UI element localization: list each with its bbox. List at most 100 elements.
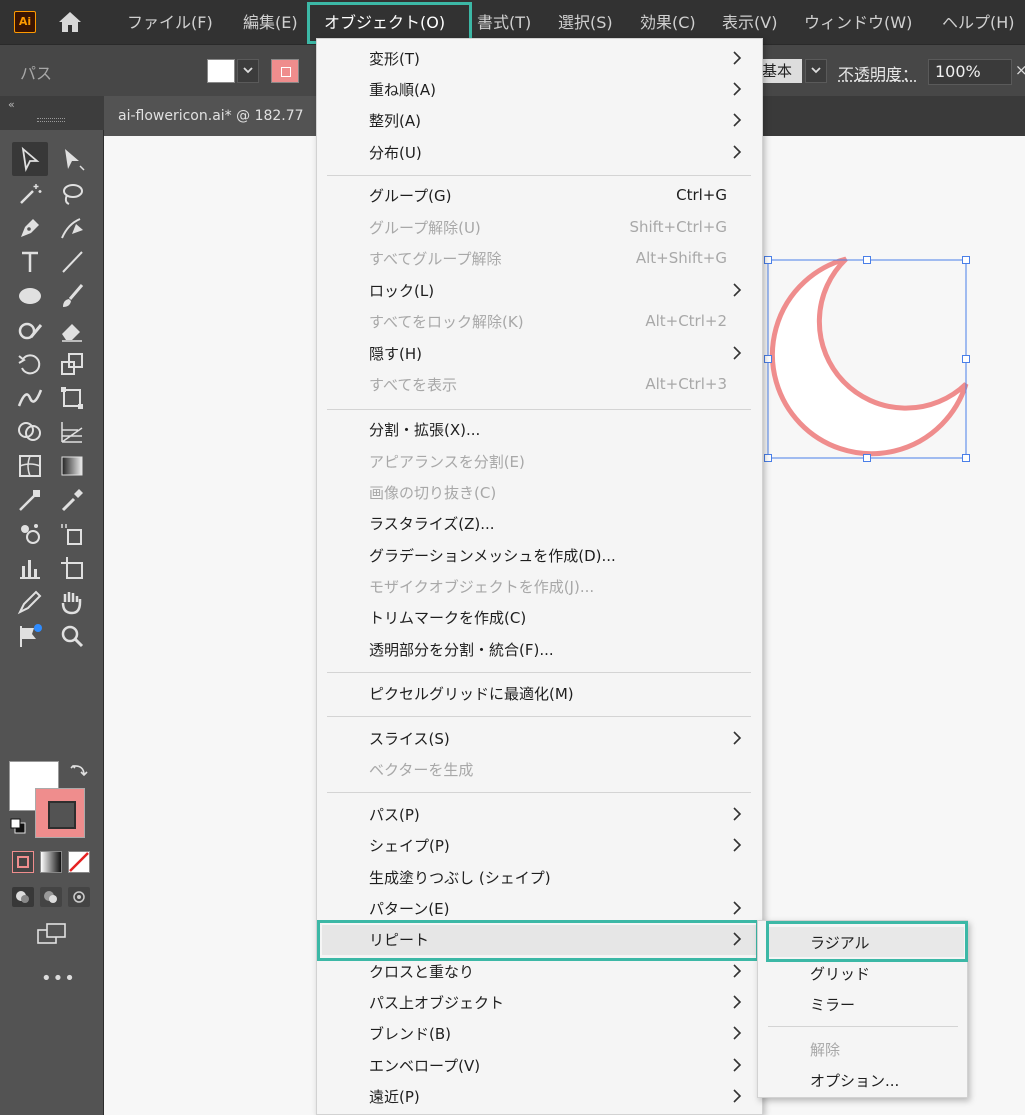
screen-mode-icon[interactable] <box>36 922 68 946</box>
menu-item-label: スライス(S) <box>369 730 450 748</box>
menu-item-path[interactable]: パス(P) <box>317 800 762 828</box>
default-fill-stroke-icon[interactable] <box>10 818 26 834</box>
tools-panel-header: « <box>0 96 104 130</box>
pencil-tool-icon[interactable] <box>16 588 44 616</box>
stroke-color-swatch[interactable] <box>271 59 299 83</box>
home-icon[interactable] <box>57 10 83 34</box>
menu-edit[interactable]: 編集(E) <box>243 11 298 35</box>
menu-file[interactable]: ファイル(F) <box>127 11 213 35</box>
free-transform-tool-icon[interactable] <box>58 384 86 412</box>
mesh-tool-icon[interactable] <box>16 452 44 480</box>
stroke-color-box[interactable] <box>35 788 85 838</box>
chevron-right-icon <box>733 283 742 297</box>
puppet-warp-tool-icon[interactable] <box>16 622 44 650</box>
menu-item-expand[interactable]: 分割・拡張(X)... <box>317 415 762 443</box>
menu-separator <box>768 1026 958 1027</box>
scale-tool-icon[interactable] <box>58 350 86 378</box>
menu-window[interactable]: ウィンドウ(W) <box>804 11 912 35</box>
menu-item-generative-shape-fill[interactable]: 生成塗りつぶし (シェイプ) <box>317 863 762 891</box>
rotate-tool-icon[interactable] <box>16 350 44 378</box>
opacity-label[interactable]: 不透明度： <box>838 61 918 85</box>
menu-item-label: ベクターを生成 <box>369 761 474 779</box>
menu-help[interactable]: ヘルプ(H) <box>942 11 1015 35</box>
menu-select[interactable]: 選択(S) <box>558 11 613 35</box>
direct-selection-tool-icon[interactable] <box>58 146 86 174</box>
style-dropdown[interactable] <box>805 59 827 83</box>
gradient-mode-button[interactable] <box>40 851 62 873</box>
menu-item-lock[interactable]: ロック(L) <box>317 276 762 304</box>
menu-item-group[interactable]: グループ(G) Ctrl+G <box>317 181 762 209</box>
opacity-overflow[interactable]: × <box>1015 61 1025 79</box>
menu-type[interactable]: 書式(T) <box>477 11 531 35</box>
curvature-tool-icon[interactable] <box>58 214 86 242</box>
menu-item-slice[interactable]: スライス(S) <box>317 724 762 752</box>
menu-item-make-pixel-perfect[interactable]: ピクセルグリッドに最適化(M) <box>317 679 762 707</box>
symbol-sprayer-tool-icon[interactable] <box>16 520 44 548</box>
artboard-tool-icon[interactable] <box>58 554 86 582</box>
eraser-tool-icon[interactable] <box>58 316 86 344</box>
submenu-item-mirror[interactable]: ミラー <box>758 990 967 1018</box>
paintbrush-tool-icon[interactable] <box>58 282 86 310</box>
hand-tool-icon[interactable] <box>58 588 86 616</box>
draw-behind-button[interactable] <box>40 887 62 907</box>
menu-item-create-gradient-mesh[interactable]: グラデーションメッシュを作成(D)... <box>317 541 762 569</box>
panel-grip-icon[interactable] <box>37 118 65 122</box>
eyedropper-tool-icon[interactable] <box>58 486 86 514</box>
menu-separator <box>327 716 751 717</box>
menu-item-rasterize[interactable]: ラスタライズ(Z)... <box>317 509 762 537</box>
draw-normal-button[interactable] <box>12 887 34 907</box>
edit-toolbar-icon[interactable]: ••• <box>41 968 76 989</box>
menu-item-flatten-transparency[interactable]: 透明部分を分割・統合(F)... <box>317 635 762 663</box>
blend-tool-icon[interactable] <box>16 486 44 514</box>
none-mode-button[interactable] <box>68 851 90 873</box>
menu-item-distribute[interactable]: 分布(U) <box>317 138 762 166</box>
menu-item-objects-on-path[interactable]: パス上オブジェクト <box>317 988 762 1016</box>
chevron-down-icon <box>243 67 253 74</box>
submenu-item-label: グリッド <box>810 965 871 983</box>
menu-item-hide[interactable]: 隠す(H) <box>317 339 762 367</box>
menu-item-transform[interactable]: 変形(T) <box>317 44 762 72</box>
color-mode-button[interactable] <box>12 851 34 873</box>
pen-tool-icon[interactable] <box>16 214 44 242</box>
live-paint-tool-icon[interactable] <box>58 520 86 548</box>
draw-inside-button[interactable] <box>68 887 90 907</box>
crescent-moon-artwork[interactable] <box>760 252 974 466</box>
chevron-right-icon <box>733 995 742 1009</box>
swap-fill-stroke-icon[interactable] <box>70 761 88 779</box>
width-tool-icon[interactable] <box>16 384 44 412</box>
menu-item-arrange[interactable]: 重ね順(A) <box>317 75 762 103</box>
gradient-tool-icon[interactable] <box>58 452 86 480</box>
menu-item-pattern[interactable]: パターン(E) <box>317 894 762 922</box>
menu-item-intertwine[interactable]: クロスと重なり <box>317 957 762 985</box>
selection-tool-icon[interactable] <box>16 146 44 174</box>
menu-effect[interactable]: 効果(C) <box>640 11 696 35</box>
menu-item-label: 分割・拡張(X)... <box>369 421 481 439</box>
menu-item-label: シェイプ(P) <box>369 837 450 855</box>
collapse-panel-icon[interactable]: « <box>8 98 15 111</box>
perspective-grid-tool-icon[interactable] <box>58 418 86 446</box>
lasso-tool-icon[interactable] <box>58 180 86 208</box>
shaper-tool-icon[interactable] <box>16 316 44 344</box>
document-tab[interactable]: ai-flowericon.ai* @ 182.77 <box>104 96 334 136</box>
fill-color-swatch[interactable] <box>207 59 235 83</box>
column-graph-tool-icon[interactable] <box>16 554 44 582</box>
type-tool-icon[interactable] <box>16 248 44 276</box>
zoom-tool-icon[interactable] <box>58 622 86 650</box>
menu-item-shape[interactable]: シェイプ(P) <box>317 831 762 859</box>
line-tool-icon[interactable] <box>58 248 86 276</box>
submenu-item-grid[interactable]: グリッド <box>758 959 967 987</box>
shape-builder-tool-icon[interactable] <box>16 418 44 446</box>
opacity-input[interactable]: 100% <box>928 59 1012 85</box>
menu-view[interactable]: 表示(V) <box>722 11 777 35</box>
menu-item-label: ラスタライズ(Z)... <box>369 515 495 533</box>
menu-item-envelope-distort[interactable]: エンベロープ(V) <box>317 1051 762 1079</box>
ellipse-tool-icon[interactable] <box>16 282 44 310</box>
menu-item-blend[interactable]: ブレンド(B) <box>317 1019 762 1047</box>
magic-wand-tool-icon[interactable] <box>16 180 44 208</box>
menu-item-create-trim-marks[interactable]: トリムマークを作成(C) <box>317 603 762 631</box>
menu-item-perspective[interactable]: 遠近(P) <box>317 1082 762 1110</box>
menu-item-shortcut: Alt+Shift+G <box>635 249 727 267</box>
menu-item-align[interactable]: 整列(A) <box>317 106 762 134</box>
fill-dropdown[interactable] <box>237 59 259 83</box>
submenu-item-options[interactable]: オプション... <box>758 1066 967 1094</box>
